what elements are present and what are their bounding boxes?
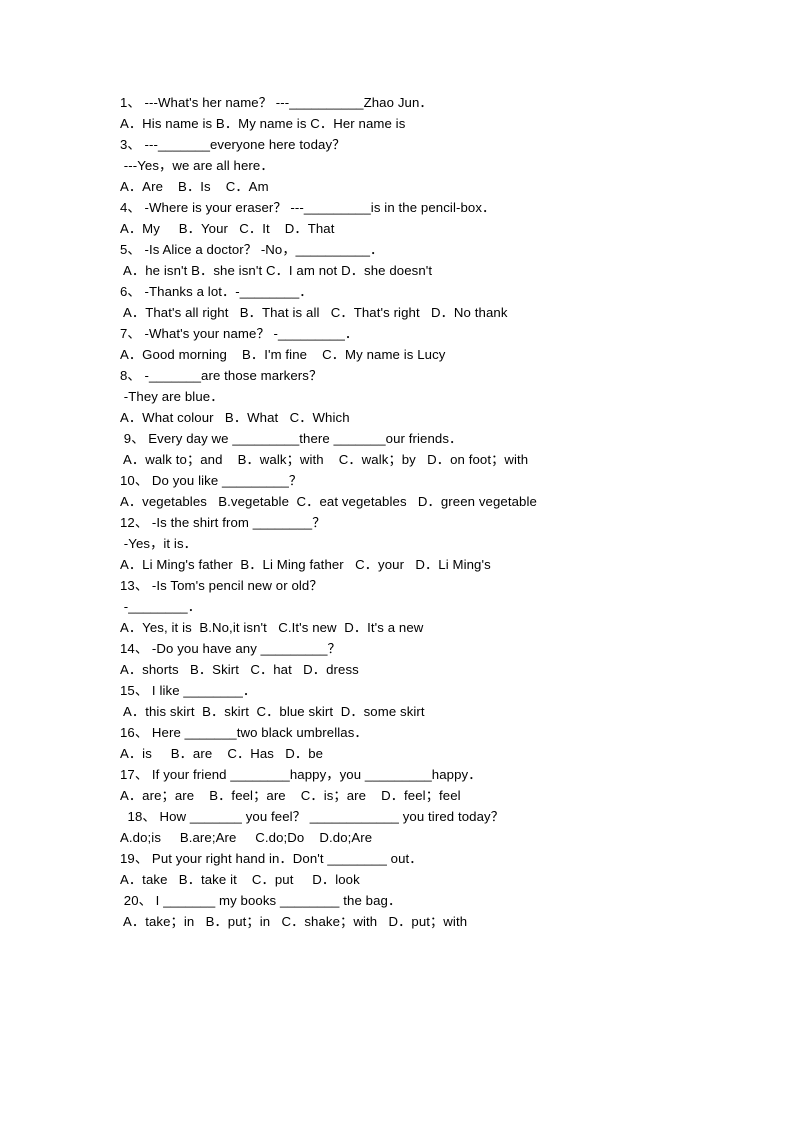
worksheet-line: 18、 How _______ you feel？ ____________ y… (120, 809, 505, 824)
worksheet-line: A．Are B．Is C．Am (120, 179, 269, 194)
worksheet-line: -Yes，it is． (120, 536, 197, 551)
worksheet-line: A．take；in B．put；in C．shake；with D．put；wi… (120, 914, 468, 929)
worksheet-line: A．take B．take it C．put D．look (120, 872, 360, 887)
worksheet-line: 7、 -What's your name？ -_________． (120, 326, 359, 341)
worksheet-line: A．What colour B．What C．Which (120, 410, 350, 425)
worksheet-line: A.do;is B.are;Are C.do;Do D.do;Are (120, 830, 373, 845)
worksheet-line: 3、 ---_______everyone here today？ (120, 137, 346, 152)
worksheet-line: 20、 I _______ my books ________ the bag． (120, 893, 402, 908)
worksheet-line: ---Yes，we are all here． (120, 158, 274, 173)
worksheet-line: A．shorts B．Skirt C．hat D．dress (120, 662, 359, 677)
worksheet-line: 13、 -Is Tom's pencil new or old？ (120, 578, 323, 593)
worksheet-line: A．is B．are C．Has D．be (120, 746, 324, 761)
worksheet-line: A．Good morning B．I'm fine C．My name is L… (120, 347, 446, 362)
document-page: 1、 ---What's her name？ ---__________Zhao… (0, 0, 794, 1123)
worksheet-line: A．My B．Your C．It D．That (120, 221, 335, 236)
worksheet-line: A．walk to；and B．walk；with C．walk；by D．on… (120, 452, 529, 467)
worksheet-line: 19、 Put your right hand in．Don't _______… (120, 851, 423, 866)
worksheet-line: 16、 Here _______two black umbrellas． (120, 725, 368, 740)
worksheet-line: 1、 ---What's her name？ ---__________Zhao… (120, 95, 433, 110)
worksheet-line: A．That's all right B．That is all C．That'… (120, 305, 508, 320)
worksheet-line: 4、 -Where is your eraser？ ---_________is… (120, 200, 496, 215)
worksheet-line: A．His name is B．My name is C．Her name is (120, 116, 406, 131)
worksheet-line: 14、 -Do you have any _________？ (120, 641, 341, 656)
worksheet-line: 9、 Every day we _________there _______ou… (120, 431, 463, 446)
worksheet-line: A．are；are B．feel；are C．is；are D．feel；fee… (120, 788, 461, 803)
worksheet-line: -They are blue． (120, 389, 224, 404)
worksheet-line: A．vegetables B.vegetable C．eat vegetable… (120, 494, 537, 509)
worksheet-line: 15、 I like ________． (120, 683, 257, 698)
worksheet-body: 1、 ---What's her name？ ---__________Zhao… (120, 92, 680, 932)
worksheet-line: 8、 -_______are those markers？ (120, 368, 323, 383)
worksheet-line: 6、 -Thanks a lot．-________． (120, 284, 313, 299)
worksheet-line: 12、 -Is the shirt from ________？ (120, 515, 326, 530)
worksheet-line: 10、 Do you like _________？ (120, 473, 303, 488)
worksheet-line: -________． (120, 599, 202, 614)
worksheet-line: 5、 -Is Alice a doctor？ -No，__________． (120, 242, 384, 257)
worksheet-line: A．he isn't B．she isn't C．I am not D．she … (120, 263, 433, 278)
worksheet-line: 17、 If your friend ________happy，you ___… (120, 767, 482, 782)
worksheet-line: A．this skirt B．skirt C．blue skirt D．some… (120, 704, 425, 719)
worksheet-line: A．Yes, it is B.No,it isn't C.It's new D．… (120, 620, 424, 635)
worksheet-line: A．Li Ming's father B．Li Ming father C．yo… (120, 557, 491, 572)
